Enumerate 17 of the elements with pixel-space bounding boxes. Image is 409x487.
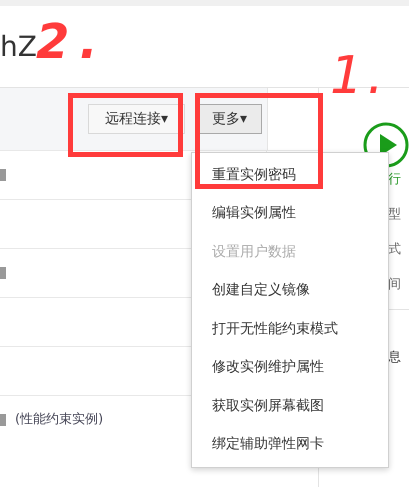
field-label: 间 <box>388 278 401 290</box>
section-title: 息 <box>388 350 401 364</box>
menu-item[interactable]: 获取实例屏幕截图 <box>192 387 388 426</box>
field-label: 式 <box>388 242 401 256</box>
menu-item[interactable]: 创建自定义镜像 <box>192 272 388 310</box>
annotation-number: 1. <box>330 50 388 102</box>
annotation-number: 2. <box>36 18 108 66</box>
menu-item[interactable]: 打开无性能约束模式 <box>192 310 388 348</box>
status-text: 行 <box>388 171 401 189</box>
menu-item[interactable]: 绑定辅助弹性网卡 <box>192 426 388 464</box>
menu-item[interactable]: 修改实例维护属性 <box>192 348 388 387</box>
page-title: hZ <box>0 32 37 60</box>
menu-item[interactable]: 编辑实例属性 <box>192 194 388 233</box>
dropdown-button[interactable]: 远程连接▾ <box>88 104 185 134</box>
menu-item[interactable]: 重置实例密码 <box>192 156 388 194</box>
field-label: 型 <box>388 208 401 220</box>
instance-note: (性能约束实例) <box>15 411 104 430</box>
